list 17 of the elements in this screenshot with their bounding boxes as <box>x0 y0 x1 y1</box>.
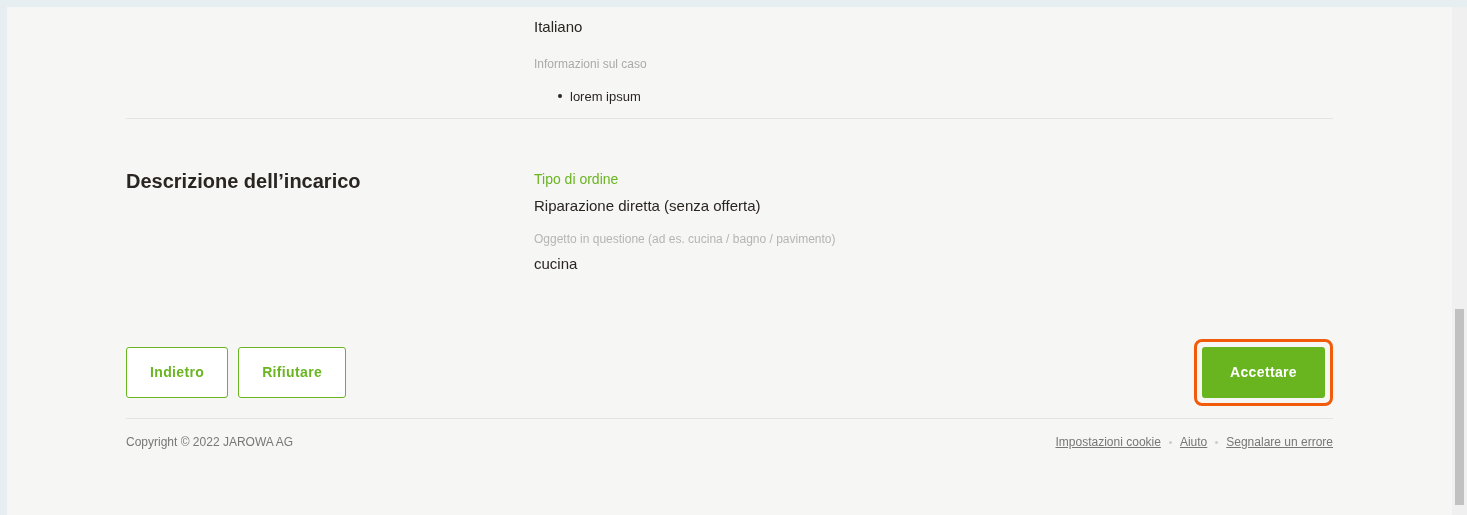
field-value: Riparazione diretta (senza offerta) <box>534 196 761 216</box>
field-label: Tipo di ordine <box>534 170 619 189</box>
bullet-icon <box>558 94 562 99</box>
field-value: Italiano <box>534 17 583 37</box>
accept-button[interactable]: Accettare <box>1202 347 1325 398</box>
secondary-button[interactable]: Rifiutare <box>238 347 347 398</box>
section-heading: Descrizione dell’incarico <box>126 169 361 194</box>
field-label: Oggetto in questione (ad es. cucina / bagno / pavimento) <box>534 230 836 248</box>
copyright-text: Copyright © 2022 JAROWA AG <box>126 434 294 451</box>
field-label: Informazioni sul caso <box>534 55 647 73</box>
footer-link[interactable]: Aiuto <box>1179 433 1208 451</box>
field-value: cucina <box>534 253 578 274</box>
scrollbar-thumb[interactable] <box>1455 309 1464 505</box>
footer-link[interactable]: Segnalare un errore <box>1226 433 1333 451</box>
footer-link[interactable]: Impostazioni cookie <box>1055 433 1161 451</box>
secondary-button[interactable]: Indietro <box>126 347 229 398</box>
list-item-text: lorem ipsum <box>570 87 641 106</box>
